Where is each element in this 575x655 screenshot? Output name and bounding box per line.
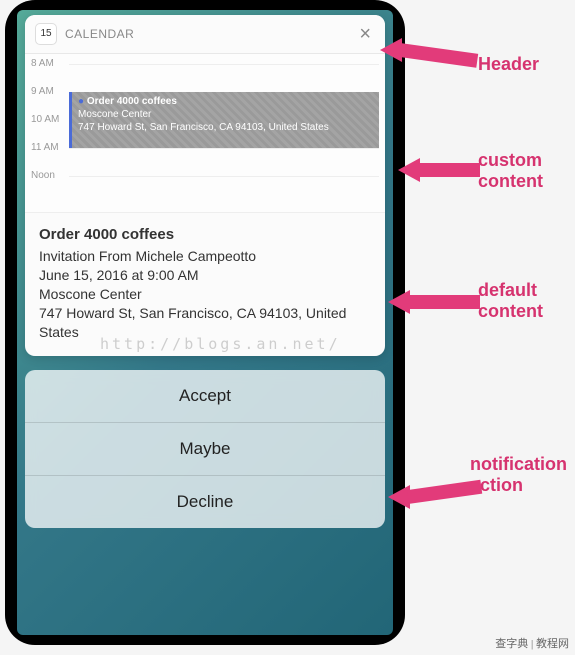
event-address: 747 Howard St, San Francisco, CA 94103, … bbox=[78, 122, 329, 133]
detail-title: Order 4000 coffees bbox=[39, 225, 371, 245]
custom-content-area: 8 AM 9 AM 10 AM 11 AM Noon ● Order 4000 … bbox=[25, 54, 385, 212]
phone-frame: 15 CALENDAR × 8 AM 9 AM 10 AM 11 AM Noon… bbox=[5, 0, 405, 645]
annotation-custom: custom content bbox=[478, 150, 575, 192]
notification-card: 15 CALENDAR × 8 AM 9 AM 10 AM 11 AM Noon… bbox=[25, 15, 385, 356]
detail-datetime: June 15, 2016 at 9:00 AM bbox=[39, 266, 371, 285]
phone-screen: 15 CALENDAR × 8 AM 9 AM 10 AM 11 AM Noon… bbox=[17, 10, 393, 635]
notification-actions: Accept Maybe Decline bbox=[25, 370, 385, 528]
watermark-center: http://blogs.an.net/ bbox=[100, 335, 341, 353]
notification-header: 15 CALENDAR × bbox=[25, 15, 385, 54]
watermark-bottom-right: 查字典 | 教程网 bbox=[495, 635, 569, 651]
maybe-button[interactable]: Maybe bbox=[25, 423, 385, 476]
timeline-grid: 8 AM 9 AM 10 AM 11 AM Noon ● Order 4000 … bbox=[69, 64, 379, 204]
time-label: 10 AM bbox=[31, 114, 65, 125]
calendar-icon-day: 15 bbox=[40, 29, 51, 39]
detail-venue: Moscone Center bbox=[39, 285, 371, 304]
annotation-header: Header bbox=[478, 54, 539, 75]
time-label: 8 AM bbox=[31, 58, 65, 69]
time-label: 11 AM bbox=[31, 142, 65, 153]
annotation-default: default content bbox=[478, 280, 575, 322]
time-label: 9 AM bbox=[31, 86, 65, 97]
event-venue: Moscone Center bbox=[78, 109, 151, 120]
time-label: Noon bbox=[31, 170, 65, 181]
calendar-icon: 15 bbox=[35, 23, 57, 45]
event-title: Order 4000 coffees bbox=[87, 96, 177, 107]
calendar-event-block[interactable]: ● Order 4000 coffees Moscone Center 747 … bbox=[69, 92, 379, 148]
accept-button[interactable]: Accept bbox=[25, 370, 385, 423]
close-icon[interactable]: × bbox=[355, 24, 375, 44]
annotation-action: notification action bbox=[470, 454, 575, 496]
header-app-name: CALENDAR bbox=[65, 27, 355, 41]
detail-invitation: Invitation From Michele Campeotto bbox=[39, 247, 371, 266]
decline-button[interactable]: Decline bbox=[25, 476, 385, 528]
